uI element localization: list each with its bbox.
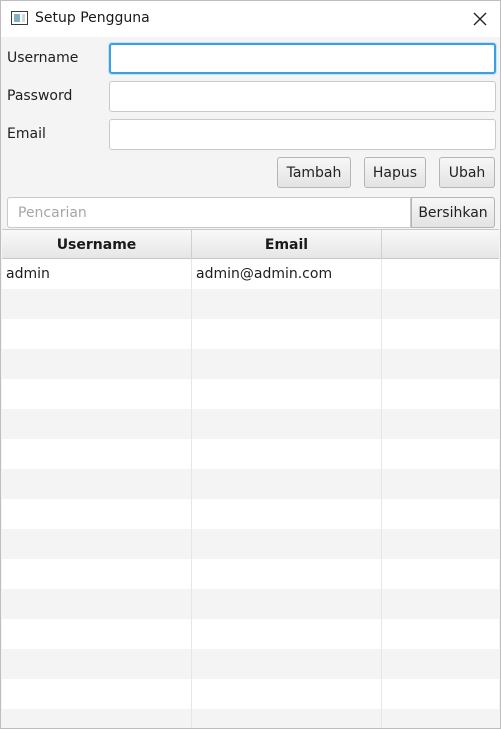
cell-filler — [382, 619, 499, 649]
cell-filler — [382, 409, 499, 439]
table-row[interactable] — [2, 469, 499, 499]
users-table: Username Email admin admin@admin.com — [2, 229, 499, 728]
cell-filler — [382, 649, 499, 679]
cell-username — [2, 679, 192, 709]
cell-username — [2, 649, 192, 679]
table-row[interactable] — [2, 649, 499, 679]
cell-filler — [382, 559, 499, 589]
table-row[interactable] — [2, 319, 499, 349]
password-label: Password — [7, 88, 73, 104]
table-row[interactable] — [2, 619, 499, 649]
cell-username — [2, 409, 192, 439]
table-row[interactable] — [2, 349, 499, 379]
cell-email — [192, 499, 382, 529]
cell-email — [192, 679, 382, 709]
username-field[interactable] — [109, 43, 496, 74]
cell-email — [192, 529, 382, 559]
cell-username — [2, 499, 192, 529]
cell-email — [192, 289, 382, 319]
table-row[interactable]: admin admin@admin.com — [2, 259, 499, 289]
window-title: Setup Pengguna — [35, 10, 150, 26]
cell-filler — [382, 529, 499, 559]
table-row[interactable] — [2, 679, 499, 709]
cell-filler — [382, 469, 499, 499]
cell-filler — [382, 319, 499, 349]
cell-username — [2, 349, 192, 379]
table-row[interactable] — [2, 379, 499, 409]
cell-filler — [382, 289, 499, 319]
cell-username — [2, 619, 192, 649]
cell-email — [192, 439, 382, 469]
cell-email — [192, 469, 382, 499]
table-row[interactable] — [2, 439, 499, 469]
cell-username — [2, 439, 192, 469]
cell-username — [2, 529, 192, 559]
cell-username — [2, 589, 192, 619]
password-field[interactable] — [109, 81, 496, 112]
table-row[interactable] — [2, 499, 499, 529]
edit-button[interactable]: Ubah — [439, 157, 495, 188]
column-header-filler — [382, 230, 499, 259]
cell-filler — [382, 589, 499, 619]
delete-button[interactable]: Hapus — [364, 157, 426, 188]
clear-search-button[interactable]: Bersihkan — [411, 197, 495, 228]
cell-email: admin@admin.com — [192, 259, 382, 289]
cell-email — [192, 379, 382, 409]
setup-pengguna-window: Setup Pengguna Username Password Email T… — [0, 0, 501, 729]
cell-username — [2, 559, 192, 589]
cell-email — [192, 649, 382, 679]
email-label: Email — [7, 126, 46, 142]
table-row[interactable] — [2, 589, 499, 619]
search-input[interactable] — [7, 197, 411, 228]
table-row[interactable] — [2, 409, 499, 439]
cell-email — [192, 709, 382, 728]
cell-email — [192, 619, 382, 649]
username-label: Username — [7, 50, 79, 66]
table-row[interactable] — [2, 529, 499, 559]
cell-filler — [382, 679, 499, 709]
cell-username — [2, 319, 192, 349]
email-field[interactable] — [109, 119, 496, 150]
table-row[interactable] — [2, 559, 499, 589]
table-header: Username Email — [2, 230, 499, 259]
cell-email — [192, 559, 382, 589]
column-header-email[interactable]: Email — [192, 230, 382, 259]
cell-filler — [382, 259, 499, 289]
cell-email — [192, 319, 382, 349]
add-button[interactable]: Tambah — [277, 157, 351, 188]
title-bar: Setup Pengguna — [1, 1, 500, 37]
close-button[interactable] — [463, 5, 497, 33]
cell-username — [2, 469, 192, 499]
cell-filler — [382, 499, 499, 529]
cell-username — [2, 379, 192, 409]
table-body: admin admin@admin.com — [2, 259, 499, 728]
cell-email — [192, 589, 382, 619]
table-row[interactable] — [2, 709, 499, 728]
cell-username — [2, 289, 192, 319]
cell-filler — [382, 379, 499, 409]
cell-filler — [382, 709, 499, 728]
column-header-username[interactable]: Username — [2, 230, 192, 259]
cell-email — [192, 409, 382, 439]
cell-username — [2, 709, 192, 728]
cell-username: admin — [2, 259, 192, 289]
app-window-icon — [11, 11, 28, 25]
cell-filler — [382, 349, 499, 379]
close-icon — [473, 12, 487, 26]
table-row[interactable] — [2, 289, 499, 319]
cell-email — [192, 349, 382, 379]
cell-filler — [382, 439, 499, 469]
